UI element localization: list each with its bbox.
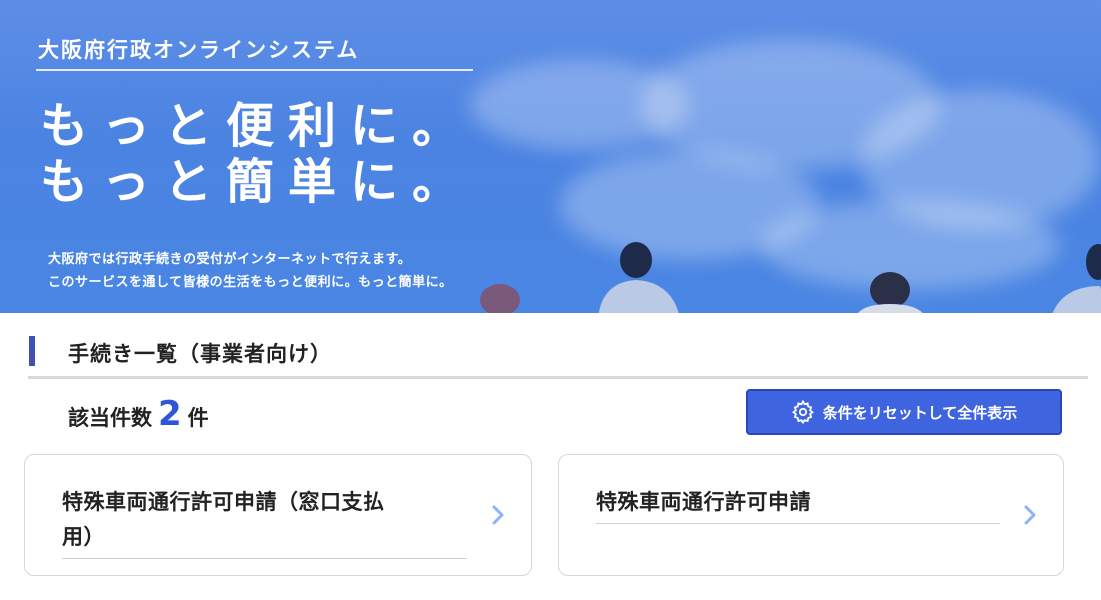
procedure-card[interactable]: 特殊車両通行許可申請 — [558, 454, 1064, 576]
catch-line-2: もっと簡単に。 — [40, 154, 475, 210]
count-unit: 件 — [187, 406, 209, 430]
reset-button-label: 条件をリセットして全件表示 — [822, 403, 1018, 422]
count-value: 2 — [158, 394, 182, 434]
description-line-2: このサービスを通して皆様の生活をもっと便利に。もっと簡単に。 — [48, 275, 453, 290]
chevron-right-icon — [492, 505, 504, 525]
procedure-title: 特殊車両通行許可申請 — [596, 485, 1000, 524]
procedure-card[interactable]: 特殊車両通行許可申請（窓口支払 用） — [24, 454, 532, 576]
person-illustration — [1052, 244, 1101, 313]
result-count: 該当件数 2 件 — [68, 394, 209, 434]
hero-banner: 大阪府行政オンラインシステム もっと便利に。 もっと簡単に。 大阪府では行政手続… — [0, 0, 1101, 313]
section-heading: 手続き一覧（事業者向け） — [28, 330, 1088, 379]
procedure-title-line-2: 用） — [62, 525, 105, 549]
chevron-right-icon — [1024, 505, 1036, 525]
person-illustration — [480, 284, 520, 313]
catch-copy: もっと便利に。 もっと簡単に。 — [40, 98, 474, 210]
count-label: 該当件数 — [68, 406, 152, 430]
procedure-title: 特殊車両通行許可申請（窓口支払 用） — [62, 485, 467, 559]
gear-icon — [791, 400, 814, 424]
reset-filters-button[interactable]: 条件をリセットして全件表示 — [746, 389, 1062, 435]
procedure-title-line-1: 特殊車両通行許可申請 — [596, 490, 811, 514]
title-divider — [36, 69, 473, 71]
procedure-title-line-1: 特殊車両通行許可申請（窓口支払 — [62, 490, 385, 514]
person-illustration — [598, 242, 679, 313]
person-illustration — [858, 272, 923, 313]
page-title: 手続き一覧（事業者向け） — [68, 342, 332, 366]
catch-line-1: もっと便利に。 — [40, 98, 475, 154]
description-line-1: 大阪府では行政手続きの受付がインターネットで行えます。 — [48, 252, 412, 267]
heading-accent-bar — [29, 336, 35, 366]
hero-description: 大阪府では行政手続きの受付がインターネットで行えます。 このサービスを通して皆様… — [48, 248, 453, 294]
system-title: 大阪府行政オンラインシステム — [38, 38, 360, 62]
